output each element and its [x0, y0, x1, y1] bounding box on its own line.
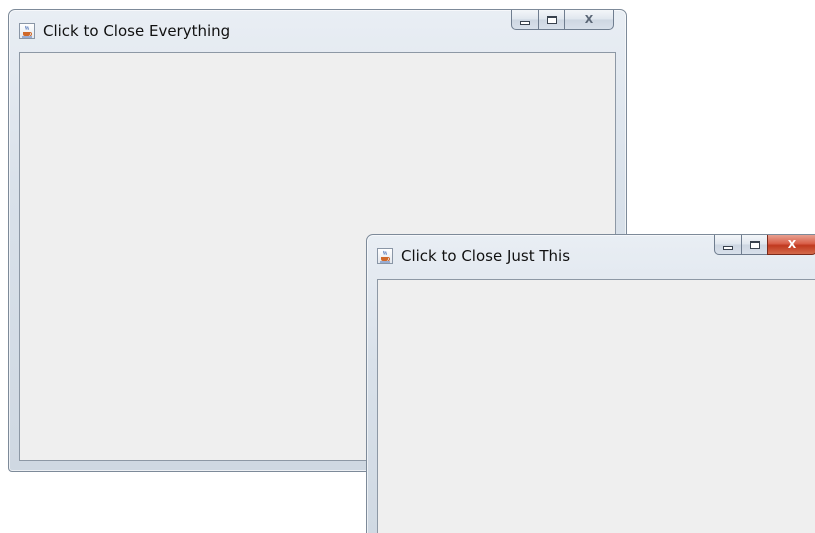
title-bar[interactable]: Click to Close Everything X — [9, 10, 626, 52]
maximize-icon — [546, 15, 557, 24]
close-button[interactable]: X — [564, 10, 614, 30]
window-title: Click to Close Everything — [43, 22, 231, 40]
maximize-button[interactable] — [538, 10, 564, 30]
close-button[interactable]: X — [767, 235, 815, 255]
minimize-icon — [723, 245, 733, 250]
desktop: Click to Close Everything X Click to Clo… — [0, 0, 815, 533]
maximize-button[interactable] — [741, 235, 767, 255]
java-cup-icon[interactable] — [19, 23, 35, 39]
caption-buttons: X — [714, 235, 815, 255]
caption-buttons: X — [511, 10, 614, 30]
java-cup-icon[interactable] — [377, 248, 393, 264]
maximize-icon — [749, 240, 760, 249]
close-icon: X — [787, 238, 797, 251]
title-bar[interactable]: Click to Close Just This X — [367, 235, 815, 277]
minimize-button[interactable] — [511, 10, 538, 30]
close-icon: X — [584, 13, 594, 26]
minimize-button[interactable] — [714, 235, 741, 255]
minimize-icon — [520, 20, 530, 25]
window-content-area — [377, 279, 815, 533]
window-title: Click to Close Just This — [401, 247, 571, 265]
window-close-just-this[interactable]: Click to Close Just This X — [366, 234, 815, 533]
